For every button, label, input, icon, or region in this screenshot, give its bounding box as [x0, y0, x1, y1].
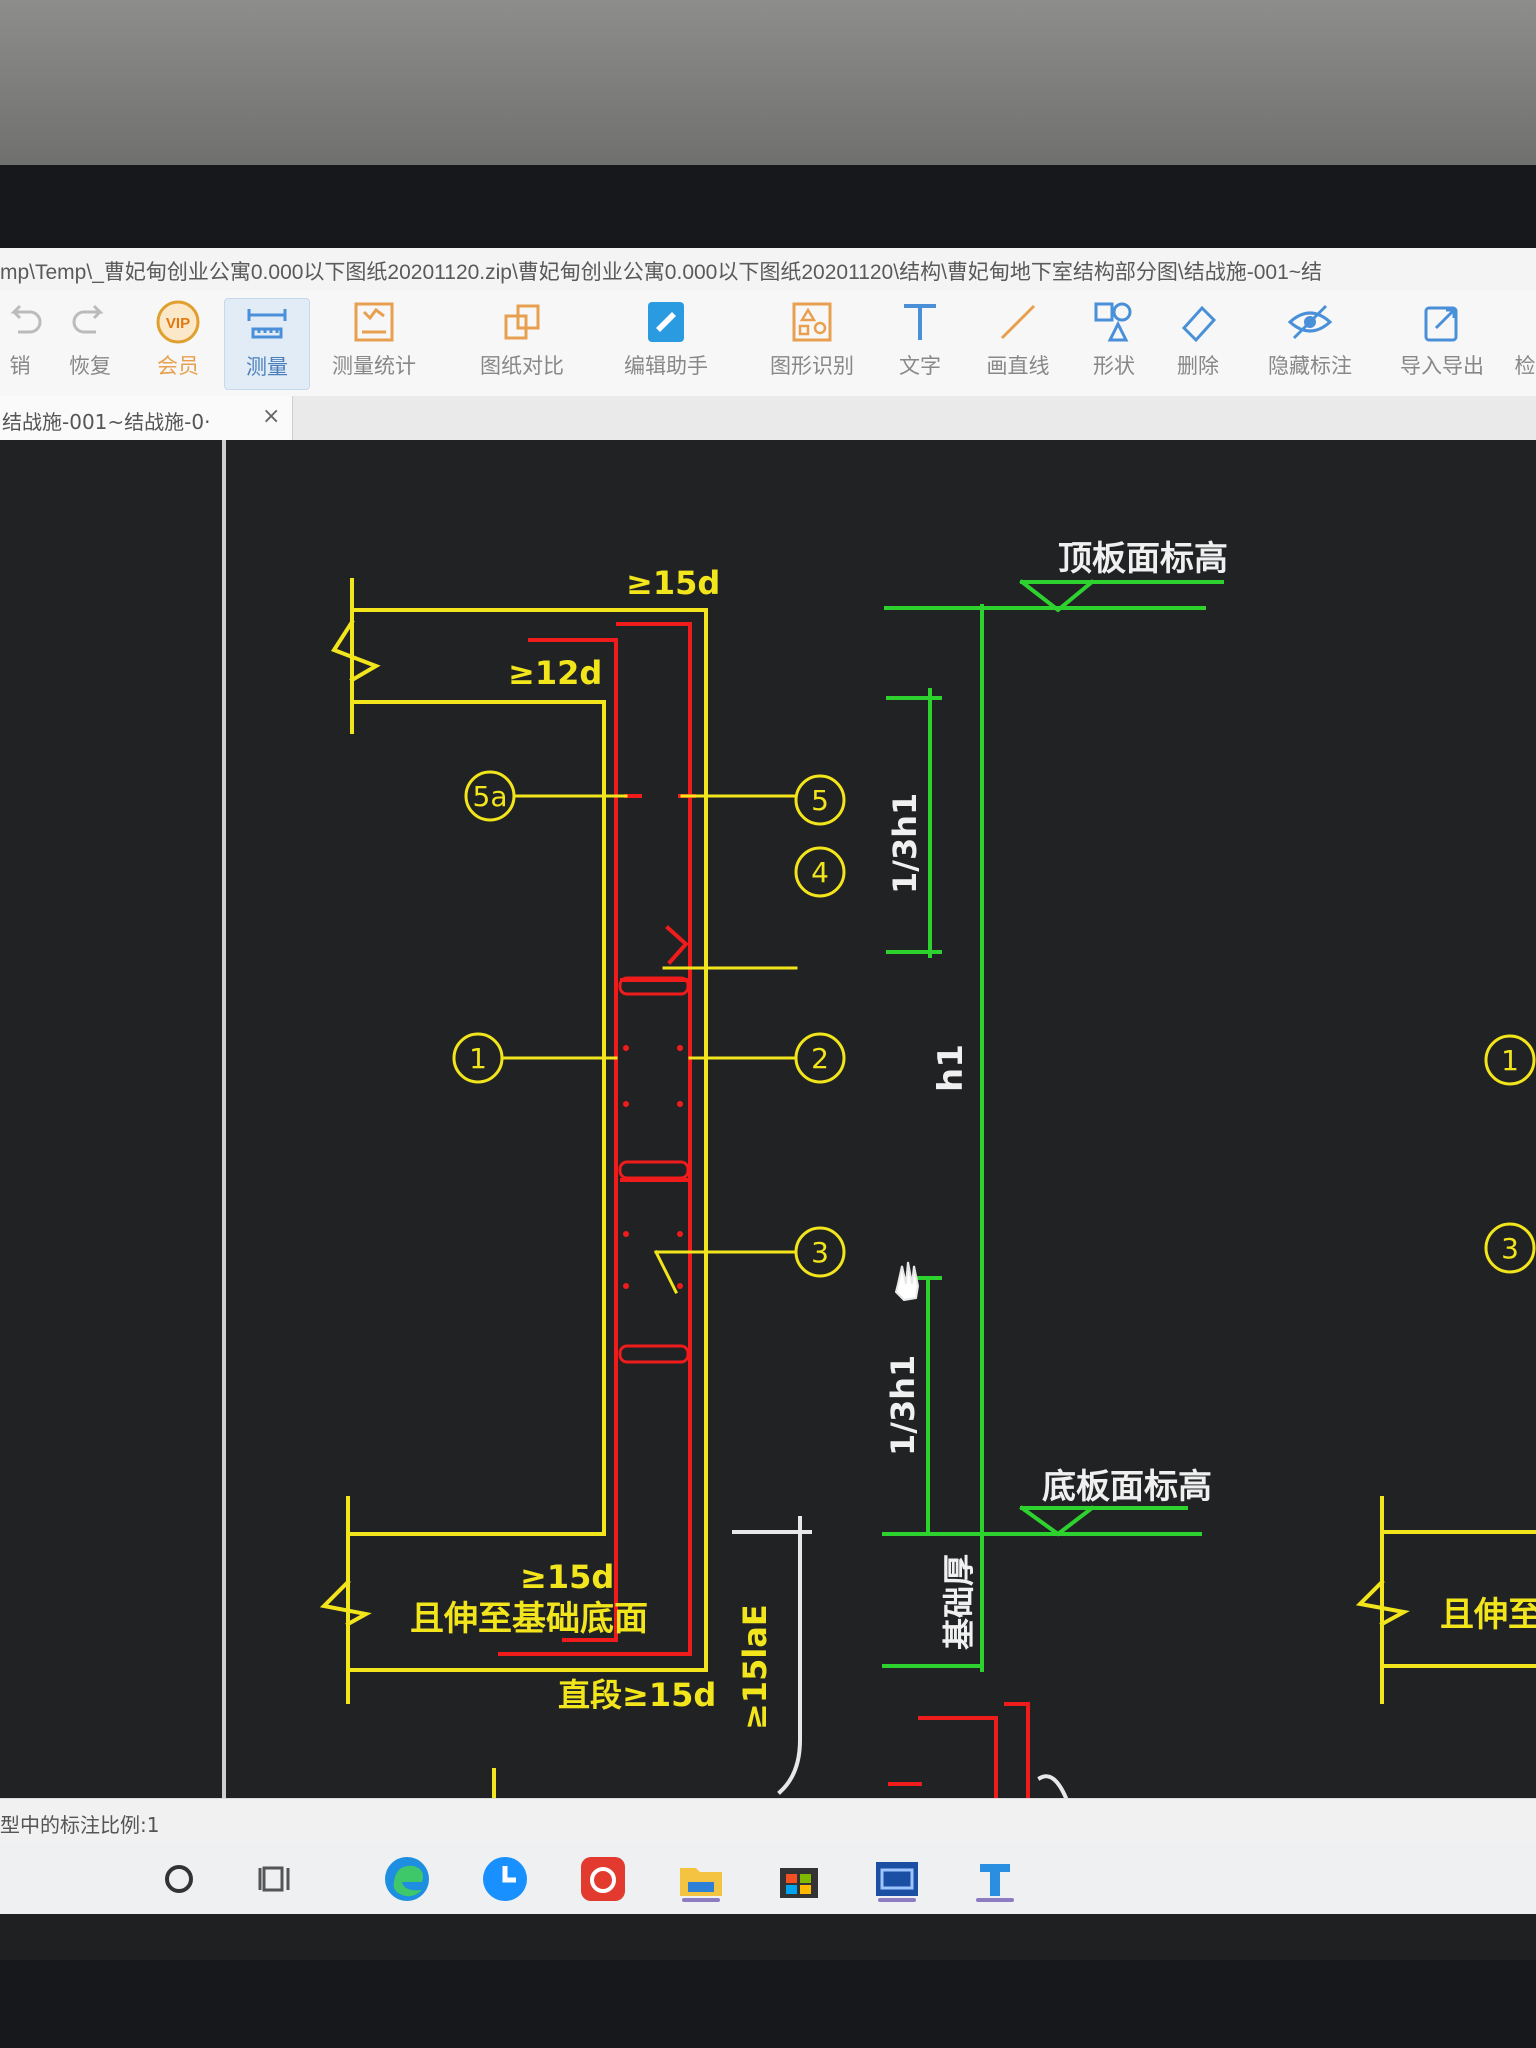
netease-music-icon[interactable]: [578, 1854, 628, 1904]
vip-icon: VIP: [156, 300, 200, 344]
text-button[interactable]: 文字: [890, 298, 950, 388]
status-text: 型中的标注比例:1: [0, 1813, 160, 1837]
redo-label: 恢复: [69, 354, 111, 378]
bottom-15d-label: ≥15d: [520, 1558, 614, 1596]
more-label: 检: [1514, 354, 1536, 378]
t-app-indicator: [976, 1898, 1014, 1902]
window-path: mp\Temp\_曹妃甸创业公寓0.000以下图纸20201120.zip\曹妃…: [0, 261, 1323, 284]
undo-label: 销: [9, 354, 31, 378]
drawing-canvas[interactable]: ≥15d ≥12d ≥15d 且伸至基础底面 直段≥15d 顶板面标高 底板面标…: [0, 440, 1536, 1798]
drawing-tab[interactable]: 结战施-001~结战施-0· ×: [0, 396, 293, 440]
hide-annotation-label: 隐藏标注: [1268, 354, 1352, 378]
more-button[interactable]: 检: [1514, 298, 1536, 388]
marker-4: 4: [811, 856, 829, 889]
shapes-button[interactable]: 形状: [1084, 298, 1144, 388]
line-label: 画直线: [986, 354, 1050, 378]
import-export-label: 导入导出: [1400, 354, 1484, 378]
stair-lines: [732, 1516, 1069, 1798]
marker-5: 5: [811, 784, 829, 817]
leader-lines: [502, 794, 798, 1295]
measure-stats-icon: [354, 302, 394, 342]
compare-label: 图纸对比: [480, 354, 564, 378]
screen: mp\Temp\_曹妃甸创业公寓0.000以下图纸20201120.zip\曹妃…: [0, 248, 1536, 1960]
measure-stats-button[interactable]: 测量统计: [322, 298, 426, 388]
close-icon[interactable]: ×: [262, 404, 280, 429]
measure-button[interactable]: 测量: [224, 298, 310, 390]
extend-label: 且伸至基础底面: [410, 1599, 648, 1639]
marker-3: 3: [811, 1236, 829, 1269]
marker-right-3: 3: [1501, 1232, 1519, 1265]
clock-app-icon[interactable]: [480, 1854, 530, 1904]
hide-annotation-button[interactable]: 隐藏标注: [1260, 298, 1360, 388]
bottom-elevation-label: 底板面标高: [1042, 1467, 1212, 1507]
marker-5a: 5a: [473, 780, 508, 813]
compare-icon: [504, 304, 540, 340]
third-bottom-label: 1/3h1: [884, 1355, 922, 1456]
edit-assistant-icon: [648, 302, 684, 342]
top-12d-label: ≥12d: [508, 654, 602, 692]
shape-recognize-label: 图形识别: [770, 354, 854, 378]
vip-label: 会员: [157, 354, 199, 378]
shape-recognize-button[interactable]: 图形识别: [760, 298, 864, 388]
shapes-label: 形状: [1093, 354, 1135, 378]
ruler-icon: [247, 309, 287, 339]
cad-app-indicator: [878, 1898, 916, 1902]
vip-text: VIP: [166, 315, 190, 332]
base-thickness-label: 基础厚: [940, 1554, 978, 1650]
windows-taskbar: [0, 1842, 1536, 1914]
straight-15d-label: 直段≥15d: [558, 1676, 716, 1714]
file-explorer-indicator: [682, 1898, 720, 1902]
compare-button[interactable]: 图纸对比: [470, 298, 574, 388]
line-button[interactable]: 画直线: [978, 298, 1058, 388]
line-icon: [1000, 304, 1036, 340]
delete-label: 删除: [1177, 354, 1219, 378]
lae-label: ≥15laE: [736, 1604, 774, 1730]
toolbar-ribbon: 销 恢复 VIP 会员 测量 测量统计 图纸对比 编辑助手 图形识别 文字 画直…: [0, 290, 1536, 396]
h1-label: h1: [931, 1044, 971, 1092]
shapes-icon: [1094, 302, 1132, 342]
marker-2: 2: [811, 1042, 829, 1075]
delete-button[interactable]: 删除: [1168, 298, 1228, 388]
redo-icon: [72, 304, 104, 334]
drawing-tab-label: 结战施-001~结战施-0·: [2, 410, 211, 434]
marker-right-1: 1: [1501, 1044, 1519, 1077]
background-wall: [0, 0, 1536, 170]
hide-annotation-icon: [1287, 304, 1333, 340]
store-icon[interactable]: [774, 1854, 824, 1904]
measure-label: 测量: [246, 355, 288, 379]
stirrups: [618, 976, 690, 1364]
text-icon: [904, 304, 936, 340]
right-extend-label: 且伸至基础: [1440, 1595, 1536, 1635]
edit-assistant-label: 编辑助手: [624, 354, 708, 378]
top-elevation-label: 顶板面标高: [1058, 539, 1228, 579]
cad-drawing: ≥15d ≥12d ≥15d 且伸至基础底面 直段≥15d 顶板面标高 底板面标…: [319, 539, 1536, 1798]
file-explorer-icon[interactable]: [676, 1854, 726, 1904]
cad-app-icon[interactable]: [872, 1854, 922, 1904]
import-export-icon: [1424, 306, 1458, 342]
status-bar: 型中的标注比例:1: [0, 1798, 1536, 1843]
task-view-icon[interactable]: [252, 1854, 302, 1904]
hand-cursor-icon: [894, 1261, 920, 1302]
undo-icon: [10, 304, 42, 334]
edit-assistant-button[interactable]: 编辑助手: [614, 298, 718, 388]
third-top-label: 1/3h1: [886, 793, 924, 894]
measure-stats-label: 测量统计: [332, 354, 416, 378]
t-app-icon[interactable]: [970, 1854, 1020, 1904]
tab-bar: 结战施-001~结战施-0· ×: [0, 396, 1536, 441]
shape-recognize-icon: [792, 302, 832, 342]
marker-1: 1: [469, 1042, 487, 1075]
cortana-search-icon[interactable]: [154, 1854, 204, 1904]
eraser-icon: [1181, 305, 1217, 343]
import-export-button[interactable]: 导入导出: [1390, 298, 1494, 388]
edge-icon[interactable]: [382, 1854, 432, 1904]
vip-button[interactable]: VIP 会员: [146, 298, 210, 388]
title-bar: mp\Temp\_曹妃甸创业公寓0.000以下图纸20201120.zip\曹妃…: [0, 248, 1536, 291]
undo-button[interactable]: 销: [0, 298, 42, 388]
more-icon: [1514, 298, 1536, 346]
top-15d-label: ≥15d: [626, 564, 720, 602]
text-label: 文字: [899, 354, 941, 378]
redo-button[interactable]: 恢复: [58, 298, 122, 388]
